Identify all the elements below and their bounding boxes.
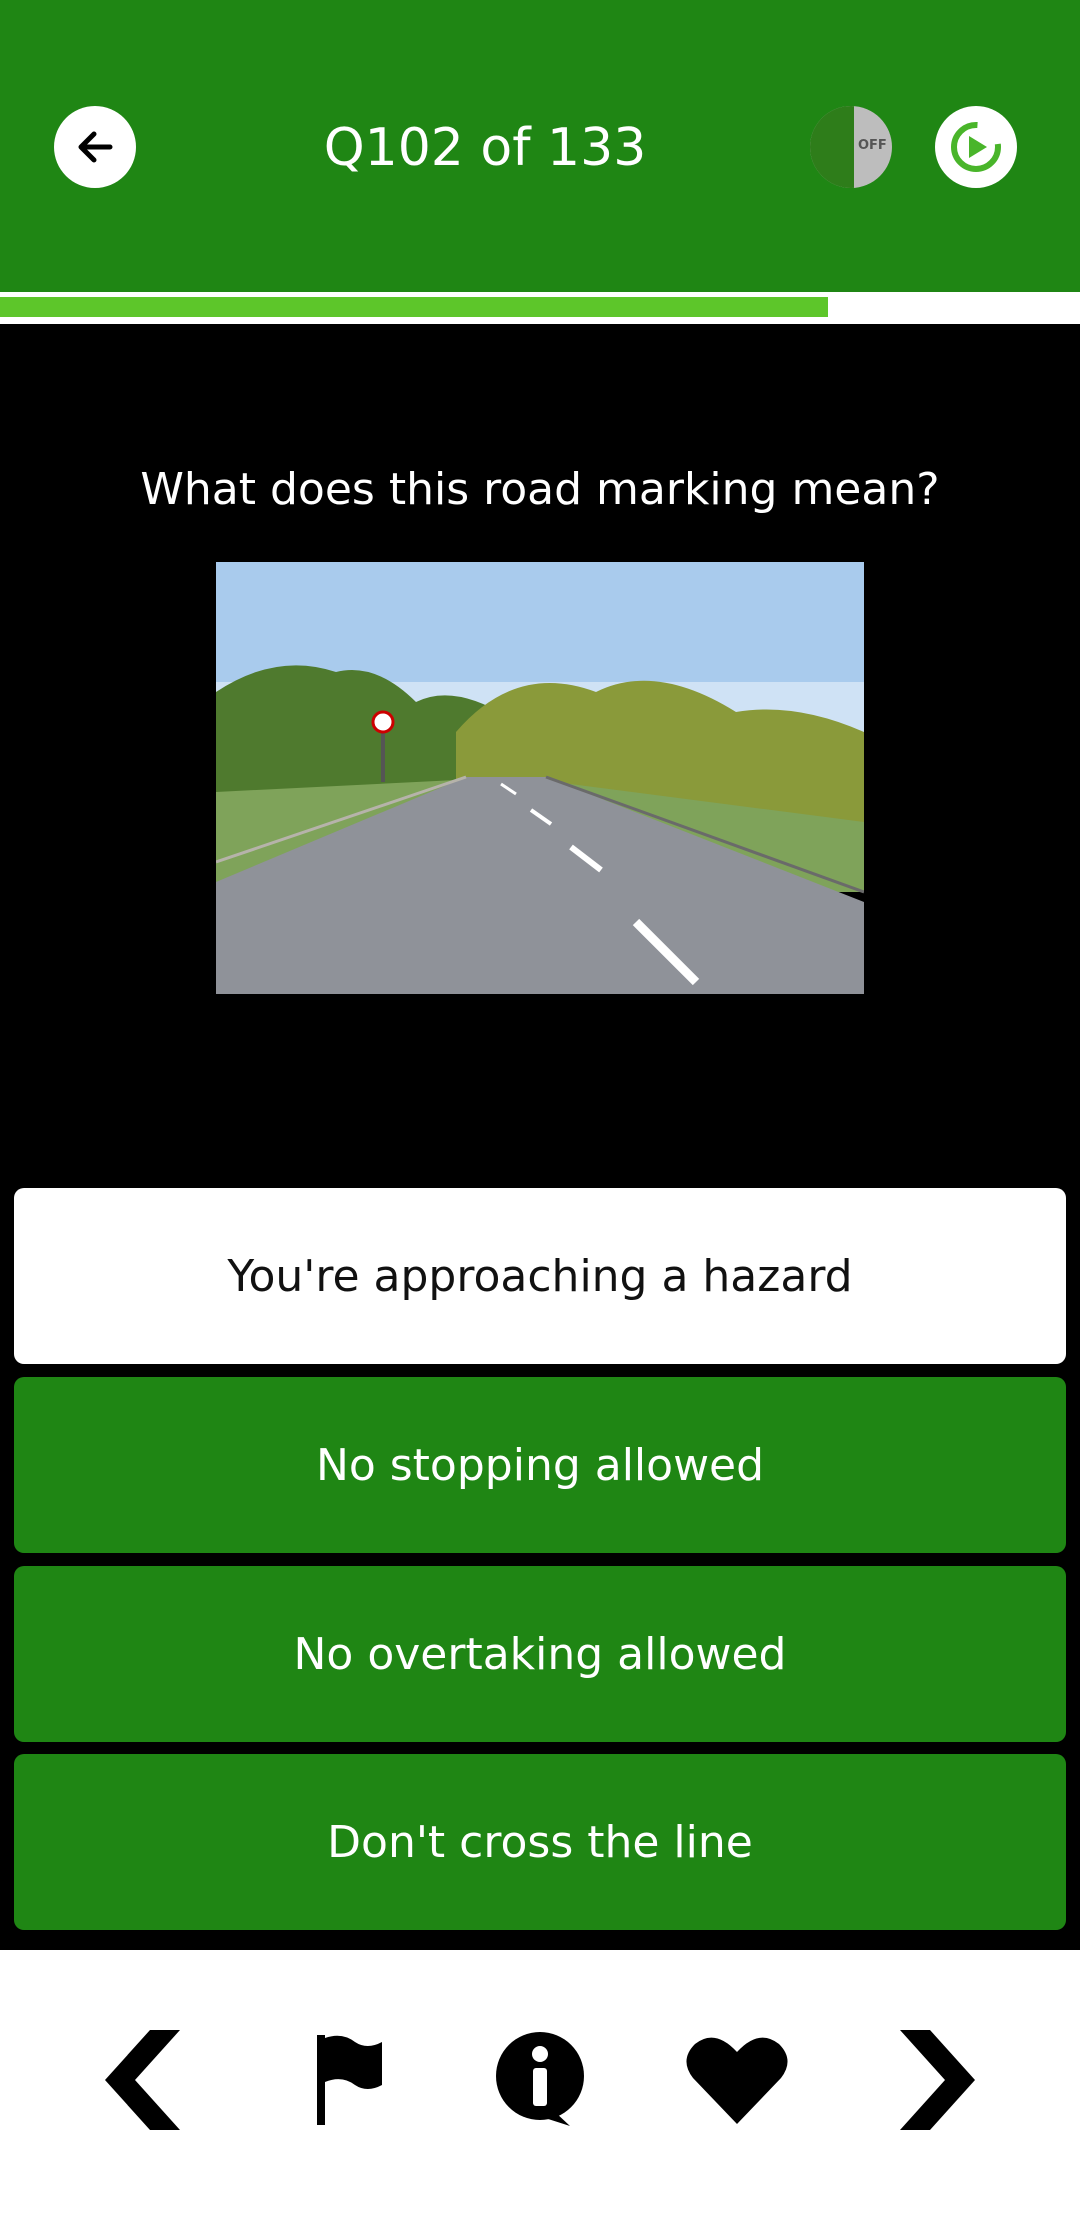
progress-bar bbox=[0, 292, 1080, 324]
replay-icon bbox=[951, 122, 1001, 172]
voice-off-label: OFF bbox=[858, 138, 887, 153]
favorite-icon[interactable] bbox=[682, 2020, 792, 2140]
replay-button[interactable] bbox=[935, 106, 1017, 188]
flag-icon[interactable] bbox=[292, 2020, 402, 2140]
previous-icon[interactable] bbox=[90, 2020, 200, 2140]
voice-toggle-button[interactable]: OFF bbox=[810, 106, 892, 188]
next-icon[interactable] bbox=[880, 2020, 990, 2140]
info-icon[interactable] bbox=[485, 2020, 595, 2140]
answer-option-3[interactable]: No overtaking allowed bbox=[14, 1566, 1066, 1742]
answer-option-4[interactable]: Don't cross the line bbox=[14, 1754, 1066, 1930]
voice-off-icon bbox=[810, 106, 854, 188]
answer-option-1[interactable]: You're approaching a hazard bbox=[14, 1188, 1066, 1364]
road-marking-photo bbox=[216, 562, 864, 994]
answer-option-2[interactable]: No stopping allowed bbox=[14, 1377, 1066, 1553]
question-area: What does this road marking mean? bbox=[0, 324, 1080, 1184]
header-bar: Q102 of 133 OFF bbox=[0, 0, 1080, 292]
arrow-left-icon bbox=[78, 131, 113, 163]
page-title: Q102 of 133 bbox=[323, 118, 647, 178]
back-button[interactable] bbox=[54, 106, 136, 188]
question-text: What does this road marking mean? bbox=[140, 464, 940, 515]
progress-fill bbox=[0, 297, 828, 317]
